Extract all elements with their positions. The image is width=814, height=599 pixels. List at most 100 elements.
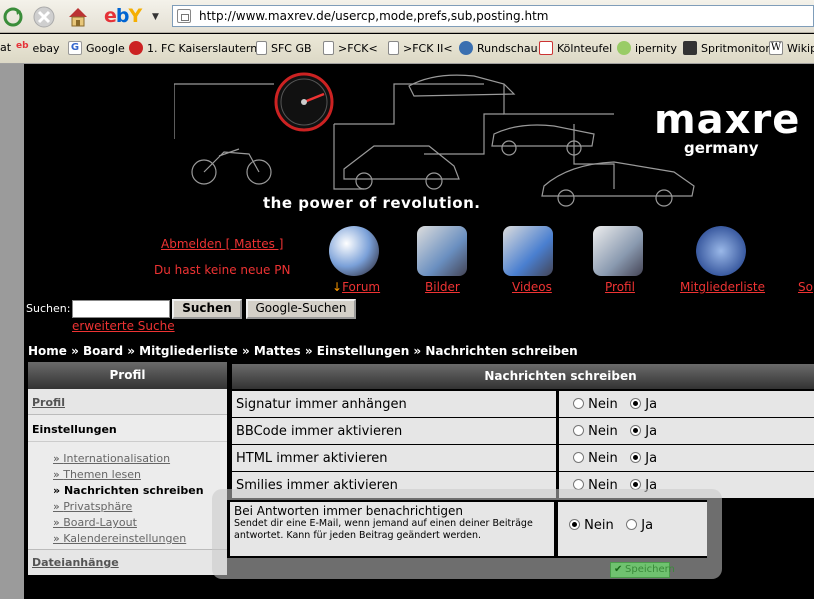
option-row: BBCode immer aktivieren Nein Ja <box>232 418 814 444</box>
settings-label: Einstellungen <box>28 415 227 441</box>
attachments-row: Dateianhänge <box>28 549 227 575</box>
bookmark-item[interactable]: >FCK< <box>323 41 378 55</box>
refresh-icon[interactable] <box>0 4 25 29</box>
radio-yes[interactable] <box>630 452 642 463</box>
bookmark-item[interactable]: eb ebay <box>16 41 60 55</box>
bilder-folder-icon <box>417 226 467 276</box>
ebay-logo[interactable]: ebY <box>104 5 150 27</box>
bookmark-label: Wikip <box>787 41 814 55</box>
main-panel-title: Nachrichten schreiben <box>232 364 814 389</box>
bookmark-item[interactable]: G Google <box>68 41 125 55</box>
advanced-search-link[interactable]: erweiterte Suche <box>72 319 175 333</box>
chevron-down-icon[interactable]: ▼ <box>152 12 159 22</box>
bookmark-item[interactable]: SFC GB <box>256 41 312 55</box>
radio-yes[interactable] <box>626 519 638 530</box>
attachments-link[interactable]: Dateianhänge <box>32 556 119 569</box>
nav-label: Profil <box>605 280 635 294</box>
bookmarks-bar: at eb ebay G Google 1. FC Kaiserslautern S… <box>0 34 814 64</box>
profil-folder-icon <box>593 226 643 276</box>
profil-link-row: Profil <box>28 389 227 415</box>
bullet-icon: » <box>53 468 64 481</box>
submenu-item[interactable]: » Privatsphäre <box>53 500 132 513</box>
bookmark-item[interactable]: at <box>0 41 11 54</box>
radio-yes-label: Ja <box>645 451 658 466</box>
nav-label-text: Forum <box>342 280 381 294</box>
search-button[interactable]: Suchen <box>172 299 242 319</box>
bookmark-item[interactable]: Rundschau <box>459 41 538 55</box>
page-icon <box>256 41 267 55</box>
url-text[interactable]: http://www.maxrev.de/usercp,mode,prefs,s… <box>199 9 548 23</box>
radio-yes[interactable] <box>630 398 642 409</box>
bullet-icon: » <box>53 516 64 529</box>
option-label: Signatur immer anhängen <box>232 391 556 417</box>
radio-yes-label: Ja <box>645 424 658 439</box>
submenu-label: Internationalisation <box>63 452 171 465</box>
address-bar[interactable]: http://www.maxrev.de/usercp,mode,prefs,s… <box>172 5 814 27</box>
profile-panel: Profil Profil Einstellungen » Internatio… <box>28 362 227 575</box>
submenu-item[interactable]: » Kalendereinstellungen <box>53 532 186 545</box>
videos-folder-icon <box>503 226 553 276</box>
page-icon <box>388 41 399 55</box>
bookmark-item[interactable]: 1. FC Kaiserslautern <box>129 41 257 55</box>
search-input[interactable] <box>72 300 170 318</box>
submenu-item-current[interactable]: » Nachrichten schreiben <box>53 484 204 497</box>
submenu-label: Board-Layout <box>63 516 137 529</box>
radio-no[interactable] <box>573 425 584 436</box>
page-content: maxre germany the power of revolution. A… <box>24 64 814 599</box>
option-radios: Nein Ja <box>559 445 814 471</box>
bullet-icon: » <box>53 452 64 465</box>
bookmark-item[interactable]: >FCK II< <box>388 41 453 55</box>
profile-panel-title: Profil <box>28 362 227 389</box>
bookmark-label: Rundschau <box>477 41 538 55</box>
site-logo: maxre <box>654 97 801 143</box>
bookmark-item[interactable]: ipernity <box>617 41 677 55</box>
profil-link[interactable]: Profil <box>32 396 65 409</box>
bookmark-label: >FCK II< <box>403 41 453 55</box>
stop-icon[interactable] <box>31 4 56 29</box>
current-arrow-icon: ↓ <box>332 280 343 294</box>
logout-link[interactable]: Abmelden [ Mattes ] <box>161 237 283 251</box>
pm-status[interactable]: Du hast keine neue PN <box>154 263 290 277</box>
breadcrumb[interactable]: Home » Board » Mitgliederliste » Mattes … <box>28 344 578 358</box>
submenu-label: Kalendereinstellungen <box>63 532 187 545</box>
radio-no[interactable] <box>573 398 584 409</box>
nav-label: ↓Forum <box>332 280 380 294</box>
bookmark-label: Google <box>86 41 125 55</box>
sidebar-strip <box>0 64 24 599</box>
search-label: Suchen: <box>26 302 71 315</box>
bookmark-label: at <box>0 41 12 54</box>
bookmark-label: ipernity <box>635 41 677 55</box>
bookmark-item[interactable]: Spritmonitor <box>683 41 770 55</box>
radio-yes[interactable] <box>630 425 642 436</box>
bookmark-label: ebay <box>32 41 60 55</box>
wikipedia-icon: W <box>769 41 783 55</box>
highlight-label: Bei Antworten immer benachrichtigen <box>234 504 464 518</box>
home-icon[interactable] <box>65 4 90 29</box>
bookmark-item[interactable]: W Wikip <box>769 41 814 55</box>
submenu-label: Privatsphäre <box>63 500 133 513</box>
nav-label: Mitgliederliste <box>680 280 766 294</box>
bookmark-label: Kölnteufel <box>557 41 613 55</box>
koelnteufel-icon <box>539 41 553 55</box>
ebay-icon: eb <box>16 41 29 51</box>
submenu-item[interactable]: » Internationalisation <box>53 452 170 465</box>
bookmark-item[interactable]: Kölnteufel <box>539 41 612 55</box>
highlight-radios: Nein Ja <box>558 502 707 556</box>
save-button[interactable]: ✔ Speichern <box>610 562 675 578</box>
checkmark-icon: ✔ <box>614 564 623 575</box>
highlight-description: Sendet dir eine E-Mail, wenn jemand auf … <box>234 518 533 541</box>
google-search-button[interactable]: Google-Suchen <box>246 299 356 319</box>
submenu-item[interactable]: » Board-Layout <box>53 516 137 529</box>
page-icon <box>177 9 191 23</box>
radio-no[interactable] <box>569 519 580 530</box>
radio-no-label: Nein <box>588 451 618 466</box>
bookmark-label: SFC GB <box>271 41 312 55</box>
mitglieder-icon <box>696 226 746 276</box>
submenu-item[interactable]: » Themen lesen <box>53 468 141 481</box>
bookmark-label: 1. FC Kaiserslautern <box>147 41 258 55</box>
option-radios: Nein Ja <box>559 391 814 417</box>
submenu-label: Themen lesen <box>63 468 141 481</box>
radio-no[interactable] <box>573 452 584 463</box>
fck-icon <box>129 41 143 55</box>
radio-no-label: Nein <box>588 397 618 412</box>
